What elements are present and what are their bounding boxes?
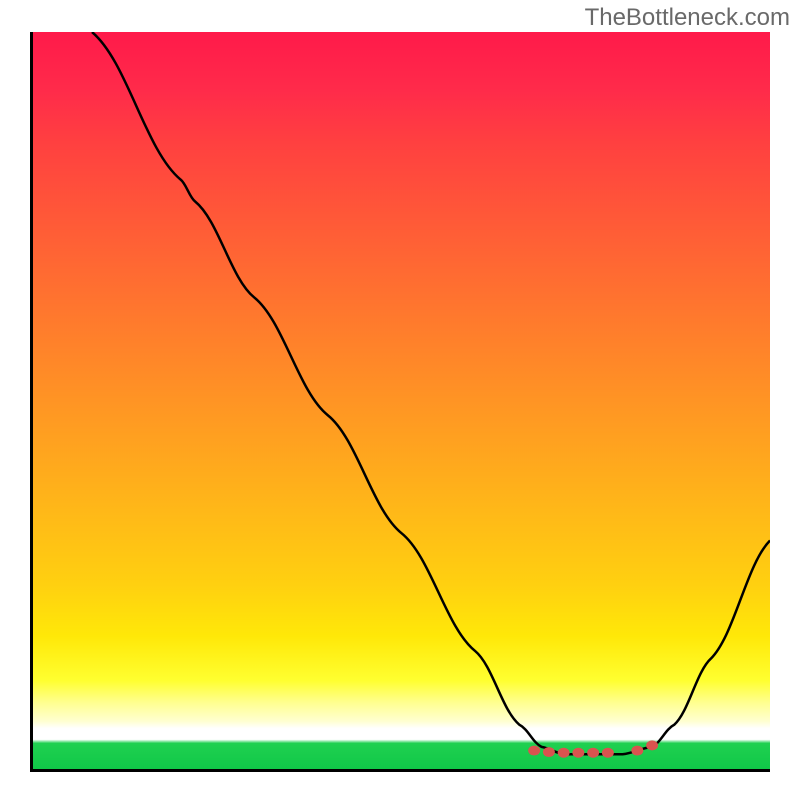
chart-gradient-background — [33, 32, 770, 769]
attribution-text: TheBottleneck.com — [585, 4, 790, 32]
chart-plot-area — [30, 32, 770, 772]
